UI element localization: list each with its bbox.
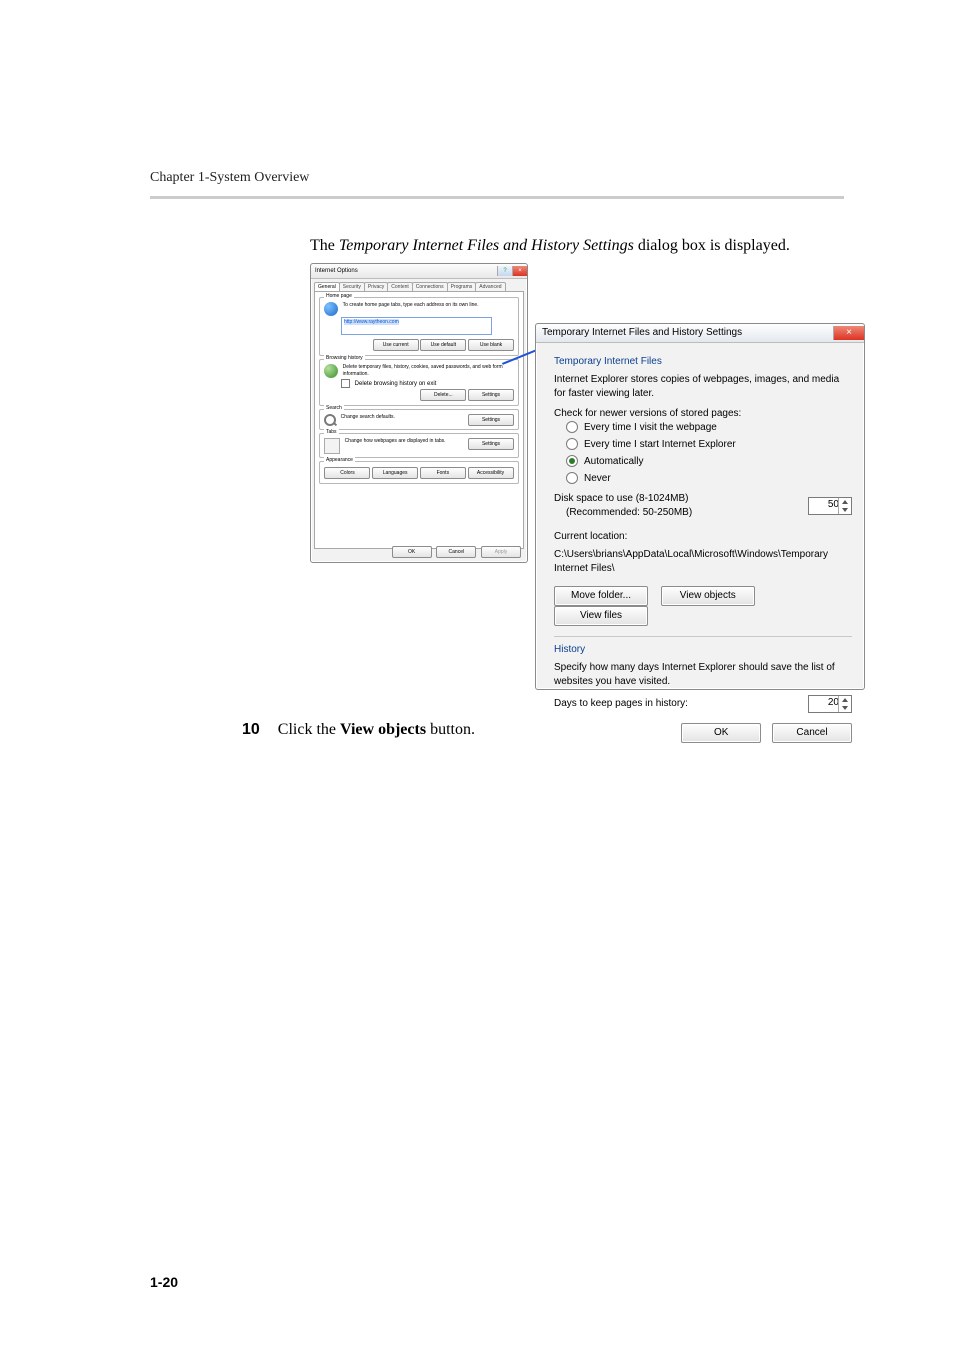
current-location-label: Current location: [554, 530, 852, 544]
radio-every-start-label: Every time I start Internet Explorer [584, 439, 736, 450]
tab-security[interactable]: Security [339, 282, 365, 291]
intro-text: The Temporary Internet Files and History… [150, 235, 844, 257]
days-value[interactable] [809, 696, 841, 710]
search-legend: Search [324, 405, 344, 411]
intro-pre: The [310, 237, 339, 254]
settings-button-tabs[interactable]: Settings [468, 438, 514, 450]
days-spinner[interactable] [808, 695, 852, 713]
tabs-legend: Tabs [324, 429, 339, 435]
search-icon [324, 414, 336, 426]
settings-button-search[interactable]: Settings [468, 414, 514, 426]
tif-separator [554, 636, 852, 637]
tab-general[interactable]: General [314, 282, 340, 291]
home-text: To create home page tabs, type each addr… [343, 302, 511, 309]
intro-post: dialog box is displayed. [634, 237, 790, 254]
tif-history-text: Specify how many days Internet Explorer … [554, 661, 852, 689]
io-cancel-button[interactable]: Cancel [436, 546, 476, 558]
tif-ok-button[interactable]: OK [681, 723, 761, 743]
disk-space-value[interactable] [809, 498, 841, 512]
tif-body: Temporary Internet Files Internet Explor… [536, 343, 864, 690]
tif-title: Temporary Internet Files and History Set… [542, 324, 742, 342]
step-number: 10 [242, 721, 260, 738]
tabs-text: Change how webpages are displayed in tab… [345, 438, 455, 445]
spinner-arrows-icon[interactable] [838, 696, 851, 712]
move-folder-button[interactable]: Move folder... [554, 586, 648, 606]
tif-titlebar: Temporary Internet Files and History Set… [536, 324, 864, 343]
delete-on-exit-checkbox[interactable] [341, 379, 350, 388]
section-rule [150, 196, 844, 199]
step-bold: View objects [340, 721, 426, 738]
step-pre: Click the [278, 721, 340, 738]
tif-check-label: Check for newer versions of stored pages… [554, 407, 852, 421]
view-files-button[interactable]: View files [554, 606, 648, 626]
radio-automatically[interactable] [566, 455, 578, 467]
io-apply-button: Apply [481, 546, 521, 558]
fonts-button[interactable]: Fonts [420, 467, 466, 479]
radio-automatically-label: Automatically [584, 456, 643, 467]
io-tabstrip: General Security Privacy Content Connect… [311, 279, 527, 291]
screenshots: Internet Options ? × General Security Pr… [310, 263, 954, 693]
spinner-arrows-icon[interactable] [838, 498, 851, 514]
delete-on-exit-label: Delete browsing history on exit [355, 381, 437, 387]
io-ok-button[interactable]: OK [392, 546, 432, 558]
home-url-value: http://www.raytheon.com [344, 319, 399, 325]
radio-every-start[interactable] [566, 438, 578, 450]
tabs-icon [324, 438, 340, 454]
history-icon [324, 364, 338, 378]
close-icon[interactable]: × [833, 326, 864, 340]
tab-content[interactable]: Content [387, 282, 413, 291]
radio-never[interactable] [566, 472, 578, 484]
browsing-history-group: Browsing history Delete temporary files,… [319, 359, 519, 406]
tab-connections[interactable]: Connections [412, 282, 448, 291]
current-location-path: C:\Users\brians\AppData\Local\Microsoft\… [554, 548, 852, 576]
help-icon[interactable]: ? [497, 266, 512, 276]
disk-space-label: Disk space to use (8-1024MB) [554, 492, 808, 506]
home-url-input[interactable]: http://www.raytheon.com [341, 317, 492, 335]
hist-text: Delete temporary files, history, cookies… [343, 364, 511, 378]
radio-never-label: Never [584, 473, 611, 484]
tab-advanced[interactable]: Advanced [475, 282, 505, 291]
accessibility-button[interactable]: Accessibility [468, 467, 514, 479]
disk-space-spinner[interactable] [808, 497, 852, 515]
tabs-group: Tabs Change how webpages are displayed i… [319, 433, 519, 458]
tif-section-title: Temporary Internet Files [554, 355, 852, 369]
step-post: button. [426, 721, 475, 738]
page-number: 1-20 [150, 1274, 178, 1290]
radio-every-visit[interactable] [566, 421, 578, 433]
delete-button[interactable]: Delete... [420, 389, 466, 401]
hist-legend: Browsing history [324, 355, 365, 361]
tif-cancel-button[interactable]: Cancel [772, 723, 852, 743]
tif-history-title: History [554, 643, 852, 657]
languages-button[interactable]: Languages [372, 467, 418, 479]
radio-every-visit-label: Every time I visit the webpage [584, 422, 717, 433]
intro-em: Temporary Internet Files and History Set… [339, 237, 634, 254]
internet-options-dialog: Internet Options ? × General Security Pr… [310, 263, 528, 563]
use-default-button[interactable]: Use default [420, 339, 466, 351]
home-page-group: Home page To create home page tabs, type… [319, 297, 519, 356]
io-body: Home page To create home page tabs, type… [314, 291, 524, 549]
disk-space-recommended: (Recommended: 50-250MB) [566, 506, 808, 520]
close-icon[interactable]: × [512, 266, 527, 276]
use-current-button[interactable]: Use current [373, 339, 419, 351]
use-blank-button[interactable]: Use blank [468, 339, 514, 351]
io-title: Internet Options [315, 264, 358, 278]
search-text: Change search defaults. [341, 414, 451, 421]
search-group: Search Change search defaults. Settings [319, 409, 519, 430]
appearance-group: Appearance Colors Languages Fonts Access… [319, 461, 519, 484]
home-icon [324, 302, 338, 316]
days-label: Days to keep pages in history: [554, 697, 808, 711]
tab-privacy[interactable]: Privacy [364, 282, 388, 291]
settings-button-history[interactable]: Settings [468, 389, 514, 401]
io-button-bar: OK Cancel Apply [389, 546, 521, 558]
home-legend: Home page [324, 293, 354, 299]
tif-dialog: Temporary Internet Files and History Set… [535, 323, 865, 690]
appearance-legend: Appearance [324, 457, 355, 463]
io-titlebar: Internet Options ? × [311, 264, 527, 279]
tif-stores-text: Internet Explorer stores copies of webpa… [554, 373, 852, 401]
tab-programs[interactable]: Programs [447, 282, 477, 291]
chapter-header: Chapter 1-System Overview [150, 170, 844, 186]
colors-button[interactable]: Colors [324, 467, 370, 479]
view-objects-button[interactable]: View objects [661, 586, 755, 606]
